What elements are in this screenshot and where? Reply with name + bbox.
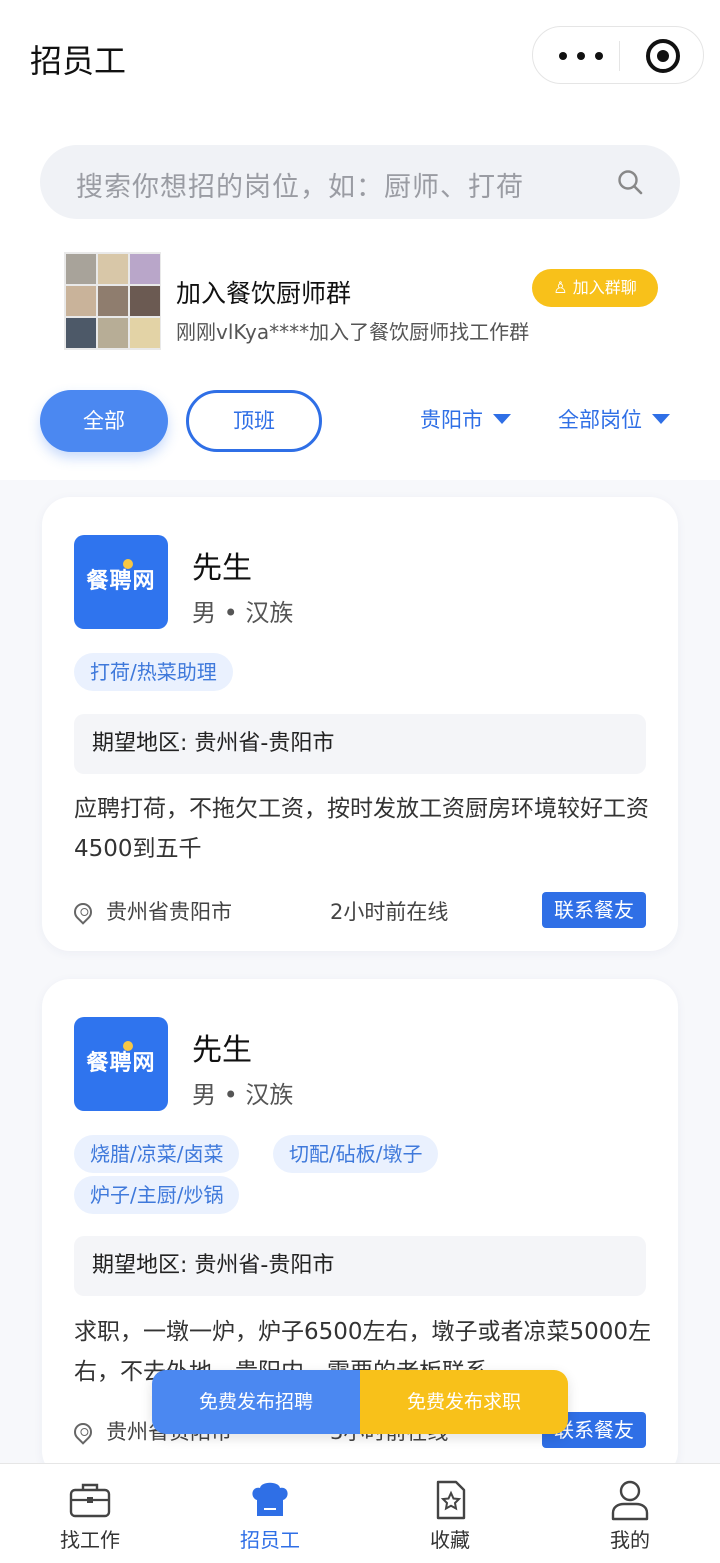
caret-down-icon xyxy=(493,414,511,424)
candidate-description: 应聘打荷，不拖欠工资，按时发放工资厨房环境较好工资4500到五千 xyxy=(74,796,649,862)
filter-all-chip[interactable]: 全部 xyxy=(40,390,168,452)
search-icon[interactable] xyxy=(617,169,643,195)
candidate-meta: 男 • 汉族 xyxy=(192,1081,294,1109)
candidate-logo: 餐聘网 xyxy=(74,1017,168,1111)
filter-bar: 全部 顶班 贵阳市 全部岗位 xyxy=(0,390,720,454)
tab-label: 找工作 xyxy=(60,1528,120,1552)
group-promo[interactable]: 加入餐饮厨师群 刚刚vlKya****加入了餐饮厨师找工作群 ♙ 加入群聊 xyxy=(64,252,664,352)
location-pin-icon xyxy=(70,1419,96,1445)
tab-label: 招员工 xyxy=(240,1528,300,1552)
publish-job-seeking-button[interactable]: 免费发布求职 xyxy=(360,1370,568,1434)
city-dropdown[interactable]: 贵阳市 xyxy=(420,404,511,434)
add-user-icon: ♙ xyxy=(553,278,573,297)
candidate-name: 先生 xyxy=(192,551,252,586)
more-icon[interactable] xyxy=(555,45,615,67)
tab-hire[interactable]: 招员工 xyxy=(210,1464,330,1563)
capsule-divider xyxy=(619,41,620,71)
user-icon xyxy=(611,1480,649,1521)
briefcase-icon xyxy=(69,1483,111,1518)
search-bar[interactable]: 搜索你想招的岗位，如：厨师、打荷 xyxy=(40,145,680,219)
tab-favorites[interactable]: 收藏 xyxy=(390,1464,510,1563)
search-placeholder: 搜索你想招的岗位，如：厨师、打荷 xyxy=(76,172,524,203)
tab-label: 我的 xyxy=(610,1528,650,1552)
candidate-logo: 餐聘网 xyxy=(74,535,168,629)
skill-tag: 烧腊/凉菜/卤菜 xyxy=(74,1135,240,1173)
skill-tag: 炉子/主厨/炒锅 xyxy=(74,1176,240,1214)
join-group-button[interactable]: ♙ 加入群聊 xyxy=(532,269,658,307)
location-pin-icon xyxy=(70,899,96,925)
star-card-icon xyxy=(436,1480,466,1520)
skill-tag: 切配/砧板/墩子 xyxy=(273,1135,439,1173)
candidate-card[interactable]: 餐聘网 先生 男 • 汉族 打荷/热菜助理 期望地区: 贵州省-贵阳市 应聘打荷… xyxy=(42,497,678,951)
online-status: 2小时前在线 xyxy=(330,900,449,924)
caret-down-icon xyxy=(652,414,670,424)
expected-region: 期望地区: 贵州省-贵阳市 xyxy=(74,1236,646,1296)
page-title: 招员工 xyxy=(30,42,127,80)
position-dropdown[interactable]: 全部岗位 xyxy=(558,404,670,434)
group-activity: 刚刚vlKya****加入了餐饮厨师找工作群 xyxy=(176,320,530,344)
group-name: 加入餐饮厨师群 xyxy=(176,279,352,308)
publish-buttons: 免费发布招聘 免费发布求职 xyxy=(152,1370,568,1434)
candidate-location: 贵州省贵阳市 xyxy=(70,896,232,926)
publish-hiring-button[interactable]: 免费发布招聘 xyxy=(152,1370,360,1434)
contact-button[interactable]: 联系餐友 xyxy=(542,892,646,928)
filter-top-shift-chip[interactable]: 顶班 xyxy=(186,390,322,452)
candidate-name: 先生 xyxy=(192,1033,252,1068)
group-avatar-grid xyxy=(64,252,161,350)
tab-mine[interactable]: 我的 xyxy=(570,1464,690,1563)
nav-header: 招员工 xyxy=(0,0,720,110)
candidate-meta: 男 • 汉族 xyxy=(192,599,294,627)
position-dropdown-label: 全部岗位 xyxy=(558,408,642,432)
join-group-label: 加入群聊 xyxy=(572,278,637,297)
city-dropdown-label: 贵阳市 xyxy=(420,408,483,432)
bottom-tab-bar: 找工作 招员工 收藏 我的 xyxy=(0,1463,720,1563)
tab-find-job[interactable]: 找工作 xyxy=(30,1464,150,1563)
tab-label: 收藏 xyxy=(430,1528,470,1552)
chef-hat-icon xyxy=(252,1482,288,1516)
close-miniapp-icon[interactable] xyxy=(646,39,680,73)
expected-region: 期望地区: 贵州省-贵阳市 xyxy=(74,714,646,774)
skill-tag: 打荷/热菜助理 xyxy=(74,653,233,691)
miniapp-capsule xyxy=(532,26,704,84)
